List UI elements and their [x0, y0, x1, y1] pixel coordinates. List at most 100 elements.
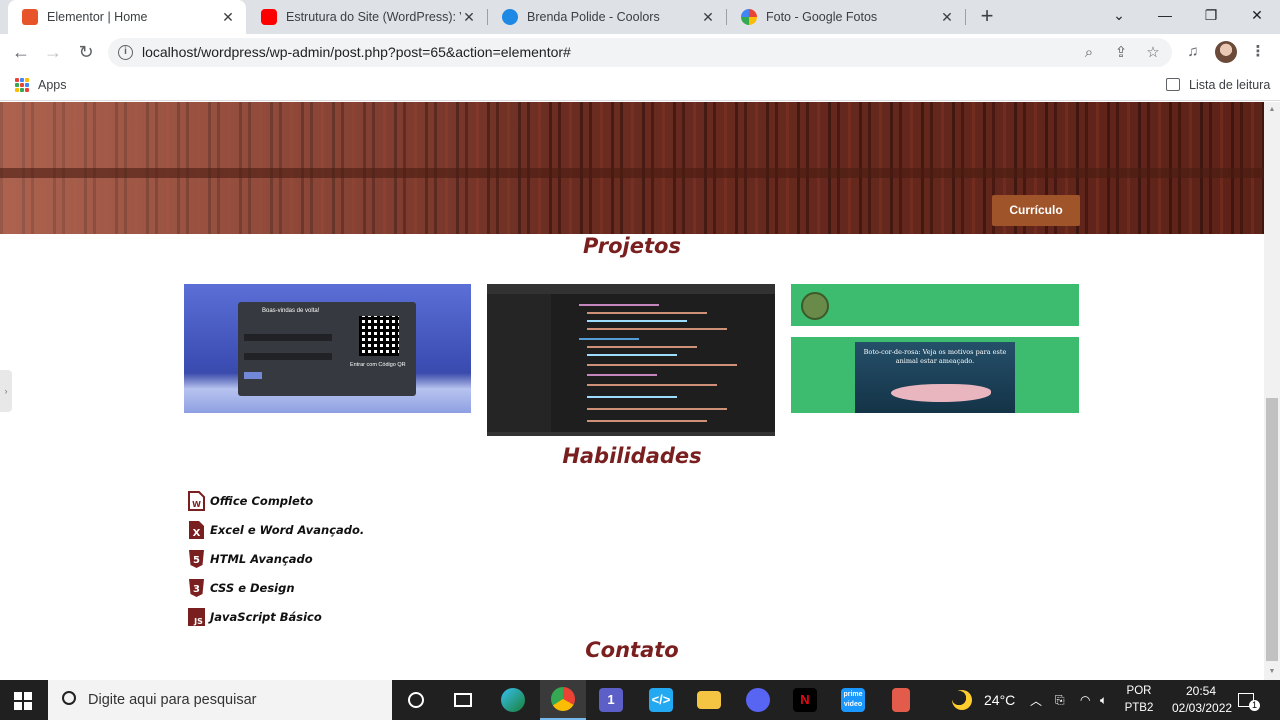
share-icon[interactable]: ⇪: [1110, 42, 1132, 64]
edge-icon[interactable]: [490, 680, 536, 720]
browser-toolbar: ← → ↻ i localhost/wordpress/wp-admin/pos…: [0, 34, 1280, 70]
editor-statusbar: [487, 432, 775, 436]
file-explorer-icon[interactable]: [686, 680, 732, 720]
page-scrollbar[interactable]: ▲ ▼: [1264, 102, 1280, 680]
scrollbar-thumb[interactable]: [1266, 398, 1278, 661]
curriculo-button[interactable]: Currículo: [992, 195, 1080, 226]
weather-moon-icon: [952, 690, 972, 710]
code-line: [587, 354, 677, 356]
tab-coolors[interactable]: Brenda Polide - Coolors ✕: [488, 0, 726, 34]
close-tab-icon[interactable]: ✕: [220, 9, 236, 25]
scroll-down-icon[interactable]: ▼: [1268, 668, 1276, 676]
editor-titlebar: [487, 284, 775, 294]
css3-icon: 3: [188, 578, 205, 598]
close-tab-icon[interactable]: ✕: [700, 9, 716, 25]
cortana-icon[interactable]: [393, 680, 439, 720]
address-bar[interactable]: i localhost/wordpress/wp-admin/post.php?…: [108, 38, 1172, 67]
elementor-panel-toggle-icon[interactable]: ›: [0, 370, 12, 412]
forward-icon[interactable]: →: [40, 40, 66, 64]
code-line: [587, 396, 677, 398]
tab-estrutura-do-site[interactable]: Estrutura do Site (WordPress): Víd ✕: [247, 0, 487, 34]
snipping-tool-icon[interactable]: [878, 680, 924, 720]
close-tab-icon[interactable]: ✕: [939, 9, 955, 25]
qr-label: Entrar com Código QR: [350, 362, 406, 368]
meet-now-icon[interactable]: ⎘: [1055, 680, 1065, 720]
code-line: [587, 312, 707, 314]
discord-icon[interactable]: [735, 680, 781, 720]
teams-icon[interactable]: 1: [588, 680, 634, 720]
svg-text:5: 5: [193, 555, 200, 566]
reading-list-link[interactable]: Lista de leitura: [1189, 78, 1270, 92]
apps-grid-icon[interactable]: [15, 78, 29, 92]
wifi-icon[interactable]: ◠: [1080, 680, 1090, 720]
code-line: [587, 408, 727, 410]
netflix-icon[interactable]: N: [782, 680, 828, 720]
back-icon[interactable]: ←: [8, 40, 34, 64]
project-thumbnail-discord[interactable]: Boas-vindas de volta! Entrar com Código …: [184, 284, 471, 413]
vscode-icon[interactable]: </>: [638, 680, 684, 720]
url-text[interactable]: localhost/wordpress/wp-admin/post.php?po…: [142, 44, 571, 60]
notification-badge: 1: [1249, 700, 1260, 711]
restore-icon[interactable]: ❐: [1188, 0, 1234, 34]
skill-item: W Office Completo: [188, 490, 313, 512]
projects-heading: Projetos: [583, 234, 681, 258]
scroll-up-icon[interactable]: ▲: [1268, 106, 1276, 114]
chrome-menu-icon[interactable]: ⋮: [1247, 41, 1269, 63]
search-placeholder[interactable]: Digite aqui para pesquisar: [88, 692, 256, 708]
skill-item: X Excel e Word Avançado.: [188, 519, 364, 541]
language-indicator[interactable]: POR PTB2: [1124, 683, 1154, 717]
tab-strip: Elementor | Home ✕ Estrutura do Site (Wo…: [0, 0, 1280, 34]
windows-start-icon[interactable]: [14, 692, 32, 710]
new-tab-icon[interactable]: +: [975, 5, 999, 29]
close-tab-icon[interactable]: ✕: [461, 9, 477, 25]
show-hidden-icons[interactable]: ︿: [1030, 680, 1042, 720]
weather-widget[interactable]: 24°C: [952, 680, 1015, 720]
language-code: POR: [1126, 685, 1152, 697]
minimize-icon[interactable]: —: [1142, 0, 1188, 34]
zoom-icon[interactable]: ⌕: [1078, 42, 1100, 64]
chevron-up-icon[interactable]: ︿: [1030, 692, 1042, 709]
clock-time: 20:54: [1185, 684, 1217, 698]
taskbar-search-box[interactable]: Digite aqui para pesquisar: [48, 680, 392, 720]
chrome-taskbar-icon[interactable]: [540, 680, 586, 720]
qr-code-icon: [359, 316, 399, 356]
apps-link[interactable]: Apps: [38, 78, 67, 92]
notification-center-icon[interactable]: 1: [1238, 680, 1260, 720]
tab-title: Foto - Google Fotos: [766, 10, 878, 24]
word-icon: W: [188, 491, 205, 511]
code-line: [587, 384, 717, 386]
skill-item: 3 CSS e Design: [188, 577, 295, 599]
bookmark-star-icon[interactable]: ☆: [1142, 42, 1164, 64]
close-window-icon[interactable]: ✕: [1234, 0, 1280, 34]
prime-video-icon[interactable]: prime video: [830, 680, 876, 720]
code-line: [587, 364, 737, 366]
login-button: [244, 372, 262, 379]
page-viewport: Currículo Projetos Boas-vindas de volta!…: [0, 102, 1280, 680]
code-line: [587, 346, 697, 348]
media-control-icon[interactable]: ♫: [1182, 41, 1204, 63]
login-heading: Boas-vindas de volta!: [262, 308, 320, 314]
project-thumbnail-code[interactable]: [487, 284, 775, 436]
site-info-icon[interactable]: i: [118, 45, 133, 60]
code-line: [587, 374, 657, 376]
shelf-divider: [0, 168, 1264, 178]
tab-search-icon[interactable]: ⌄: [1096, 0, 1142, 34]
system-clock[interactable]: 20:54 02/03/2022: [1172, 683, 1233, 717]
coolors-favicon-icon: [502, 9, 518, 25]
project-thumbnail-boto[interactable]: Boto-cor-de-rosa: Veja os motivos para e…: [791, 284, 1079, 413]
skill-label: HTML Avançado: [210, 552, 313, 566]
reading-list-icon[interactable]: [1166, 78, 1180, 91]
code-line: [579, 338, 639, 340]
volume-icon[interactable]: 🔈︎: [1100, 680, 1107, 720]
skills-heading: Habilidades: [562, 444, 702, 468]
password-field: [244, 353, 332, 360]
task-view-icon[interactable]: [440, 680, 486, 720]
profile-avatar[interactable]: [1215, 41, 1237, 63]
svg-text:3: 3: [193, 584, 200, 595]
code-line: [579, 304, 659, 306]
reload-icon[interactable]: ↻: [73, 40, 99, 64]
javascript-icon: JS: [188, 607, 205, 627]
tab-elementor-home[interactable]: Elementor | Home ✕: [8, 0, 246, 34]
tab-google-fotos[interactable]: Foto - Google Fotos ✕: [727, 0, 965, 34]
clock-date: 02/03/2022: [1172, 701, 1233, 715]
